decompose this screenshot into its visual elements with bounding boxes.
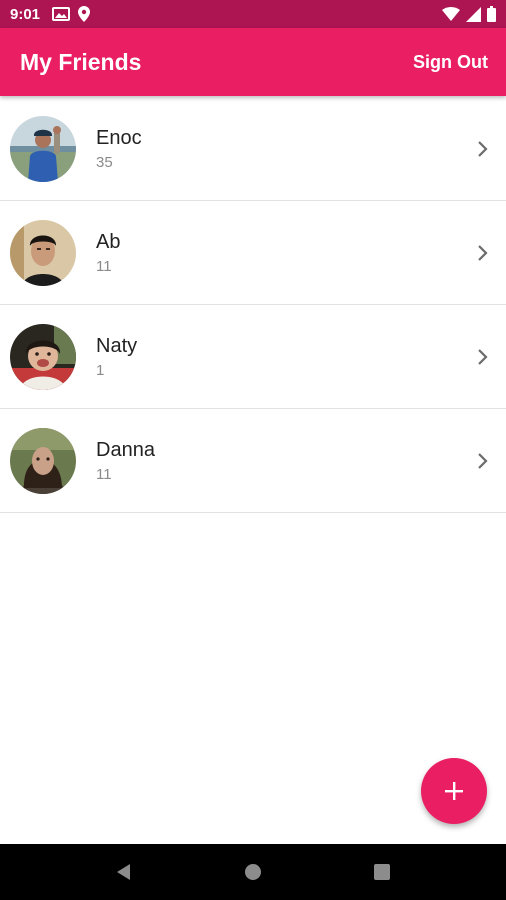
page-title: My Friends xyxy=(20,48,142,75)
app-bar: My Friends Sign Out xyxy=(0,28,506,96)
list-item[interactable]: Ab 11 xyxy=(0,201,506,305)
location-pin-icon xyxy=(78,6,91,22)
avatar xyxy=(10,427,76,494)
friend-text: Naty 1 xyxy=(96,334,137,380)
friend-count: 11 xyxy=(96,465,112,483)
chevron-right-icon xyxy=(478,244,488,261)
home-icon xyxy=(244,864,261,880)
back-icon xyxy=(117,864,131,880)
friend-name: Danna xyxy=(96,438,155,461)
friend-text: Danna 11 xyxy=(96,438,155,484)
add-friend-button[interactable] xyxy=(421,758,487,824)
friend-list: Enoc 35 Ab 11 Naty 1 Danna 11 xyxy=(0,97,506,513)
plus-icon xyxy=(445,782,463,800)
avatar xyxy=(10,219,76,286)
friend-text: Ab 11 xyxy=(96,230,120,276)
friend-count: 11 xyxy=(96,257,112,275)
battery-icon xyxy=(487,6,496,22)
status-bar: 9:01 xyxy=(0,0,506,28)
friend-count: 1 xyxy=(96,361,105,379)
friend-name: Enoc xyxy=(96,126,142,149)
recents-icon xyxy=(373,864,390,880)
list-item[interactable]: Naty 1 xyxy=(0,305,506,409)
back-button[interactable] xyxy=(104,852,144,892)
cell-signal-icon xyxy=(466,6,481,22)
wifi-icon xyxy=(442,7,460,21)
status-right-icons xyxy=(442,6,496,22)
navigation-bar xyxy=(0,844,506,900)
chevron-right-icon xyxy=(478,348,488,365)
home-button[interactable] xyxy=(233,852,273,892)
list-item[interactable]: Danna 11 xyxy=(0,409,506,513)
avatar xyxy=(10,323,76,390)
sign-out-button[interactable]: Sign Out xyxy=(413,52,488,73)
avatar xyxy=(10,115,76,182)
friend-name: Naty xyxy=(96,334,138,357)
gallery-icon xyxy=(52,7,71,21)
friend-name: Ab xyxy=(96,230,121,253)
status-time: 9:01 xyxy=(10,5,41,23)
chevron-right-icon xyxy=(478,452,488,469)
recents-button[interactable] xyxy=(362,852,402,892)
screen: 9:01 My Friends Sign Out Enoc 35 Ab 11 N… xyxy=(0,0,506,900)
chevron-right-icon xyxy=(478,140,488,157)
list-item[interactable]: Enoc 35 xyxy=(0,97,506,201)
friend-count: 35 xyxy=(96,153,113,171)
friend-text: Enoc 35 xyxy=(96,126,142,172)
